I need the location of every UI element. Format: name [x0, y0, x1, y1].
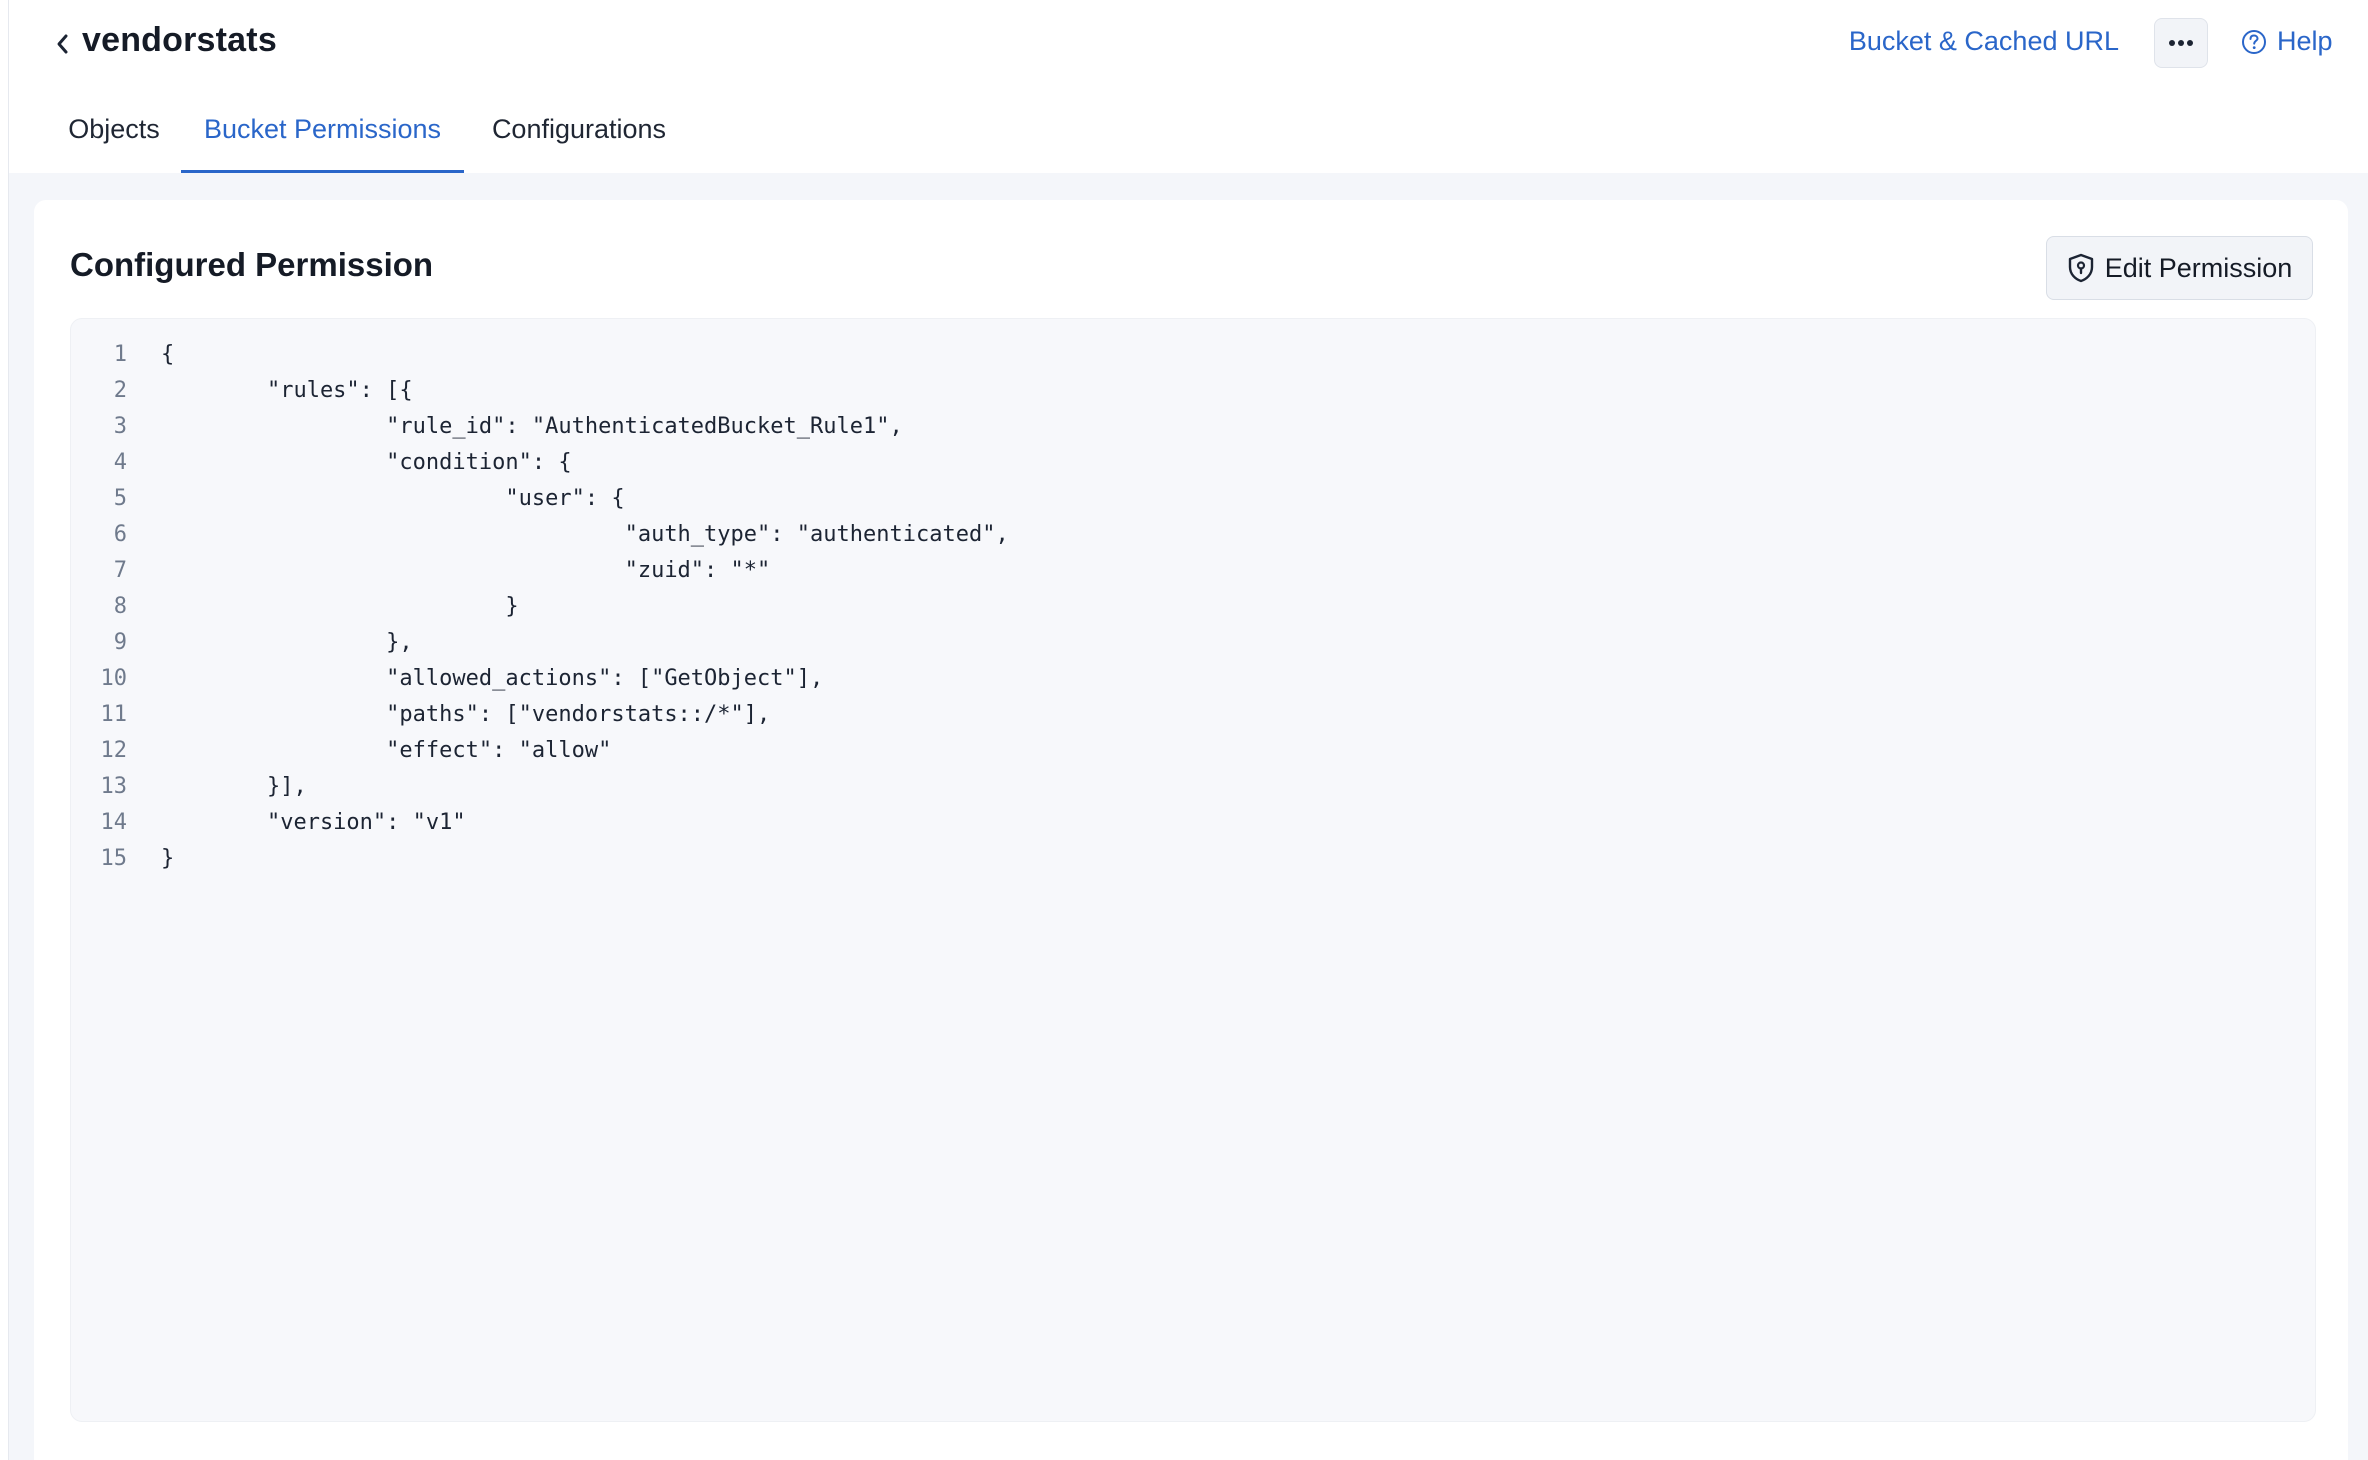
line-number: 10: [100, 666, 128, 691]
line-number: 15: [100, 846, 128, 871]
code-line: 15}: [71, 841, 2315, 877]
more-horizontal-icon: [2169, 40, 2193, 46]
permission-card: Configured Permission Edit Permission 1{…: [34, 200, 2348, 1460]
code-line: 14 "version": "v1": [71, 805, 2315, 841]
code-line: 5 "user": {: [71, 481, 2315, 517]
line-text: "rule_id": "AuthenticatedBucket_Rule1",: [161, 414, 903, 439]
tab-bar: Objects Bucket Permissions Configuration…: [9, 100, 2368, 173]
code-line: 10 "allowed_actions": ["GetObject"],: [71, 661, 2315, 697]
line-number: 1: [113, 342, 127, 367]
line-text: "rules": [{: [161, 378, 413, 403]
edit-permission-label: Edit Permission: [2104, 252, 2293, 283]
chevron-left-icon: [57, 34, 68, 54]
bucket-cached-url-link[interactable]: Bucket & Cached URL: [1849, 26, 2119, 57]
line-text: "user": {: [161, 486, 625, 511]
code-line: 11 "paths": ["vendorstats::/*"],: [71, 697, 2315, 733]
code-line: 8 }: [71, 589, 2315, 625]
line-text: "allowed_actions": ["GetObject"],: [161, 666, 824, 691]
code-viewer: 1{2 "rules": [{3 "rule_id": "Authenticat…: [70, 318, 2316, 1422]
line-text: "effect": "allow": [161, 738, 612, 763]
line-text: "version": "v1": [161, 810, 466, 835]
edit-permission-button[interactable]: Edit Permission: [2046, 236, 2313, 300]
line-number: 8: [113, 594, 127, 619]
line-number: 2: [113, 378, 127, 403]
shield-lock-icon: [2068, 253, 2093, 283]
line-text: },: [161, 630, 413, 655]
line-number: 12: [100, 738, 128, 763]
code-line: 13 }],: [71, 769, 2315, 805]
back-button[interactable]: [43, 24, 83, 64]
code-line: 12 "effect": "allow": [71, 733, 2315, 769]
code-line: 9 },: [71, 625, 2315, 661]
line-number: 7: [113, 558, 127, 583]
top-bar: vendorstats Bucket & Cached URL Help Obj…: [9, 0, 2368, 173]
line-number: 11: [100, 702, 128, 727]
code-line: 1{: [71, 337, 2315, 373]
line-text: }],: [161, 774, 307, 799]
line-number: 4: [113, 450, 127, 475]
page-title: vendorstats: [82, 21, 277, 59]
line-text: "zuid": "*": [161, 558, 771, 583]
line-number: 5: [113, 486, 127, 511]
line-text: {: [161, 342, 175, 367]
tab-objects[interactable]: Objects: [61, 100, 167, 173]
help-label: Help: [2277, 26, 2333, 56]
code-line: 6 "auth_type": "authenticated",: [71, 517, 2315, 553]
code-line: 3 "rule_id": "AuthenticatedBucket_Rule1"…: [71, 409, 2315, 445]
tab-configurations[interactable]: Configurations: [479, 100, 679, 173]
code-line: 4 "condition": {: [71, 445, 2315, 481]
code-lines: 1{2 "rules": [{3 "rule_id": "Authenticat…: [71, 337, 2315, 877]
line-number: 13: [100, 774, 128, 799]
line-number: 9: [113, 630, 127, 655]
line-number: 14: [100, 810, 128, 835]
line-text: }: [161, 846, 175, 871]
help-link[interactable]: Help: [2241, 26, 2333, 57]
line-number: 3: [113, 414, 127, 439]
more-options-button[interactable]: [2154, 18, 2208, 68]
code-line: 7 "zuid": "*": [71, 553, 2315, 589]
code-line: 2 "rules": [{: [71, 373, 2315, 409]
line-number: 6: [113, 522, 127, 547]
line-text: }: [161, 594, 519, 619]
help-circle-icon: [2242, 29, 2266, 54]
section-title: Configured Permission: [70, 246, 434, 283]
line-text: "paths": ["vendorstats::/*"],: [161, 702, 771, 727]
line-text: "auth_type": "authenticated",: [161, 522, 1009, 547]
tab-bucket-permissions[interactable]: Bucket Permissions: [181, 100, 464, 173]
line-text: "condition": {: [161, 450, 572, 475]
app-window: vendorstats Bucket & Cached URL Help Obj…: [8, 0, 2368, 1460]
